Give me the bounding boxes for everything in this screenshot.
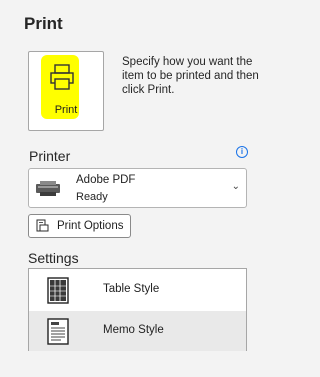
style-label-table: Table Style <box>103 283 160 295</box>
print-options-button[interactable]: Print Options <box>28 214 131 238</box>
print-options-label: Print Options <box>57 220 124 232</box>
printer-status: Ready <box>76 191 108 203</box>
printer-icon <box>50 64 74 90</box>
memo-style-icon <box>47 318 69 345</box>
style-item-memo[interactable]: Memo Style <box>29 311 246 351</box>
style-item-table[interactable]: Table Style <box>29 270 246 310</box>
printer-name: Adobe PDF <box>76 174 136 186</box>
style-list: Table Style Memo Style <box>28 268 247 351</box>
settings-section-label: Settings <box>28 250 79 266</box>
style-label-memo: Memo Style <box>103 324 164 336</box>
table-style-icon <box>47 277 69 304</box>
print-button-label: Print <box>54 104 78 116</box>
print-options-icon <box>36 219 49 232</box>
print-button[interactable]: Print <box>28 51 104 131</box>
printer-dropdown[interactable]: Adobe PDF Ready ⌄ <box>28 168 247 208</box>
print-description: Specify how you want the item to be prin… <box>122 56 259 96</box>
printer-section-label: Printer <box>29 148 71 164</box>
page-title: Print <box>24 14 63 33</box>
chevron-down-icon: ⌄ <box>231 181 240 192</box>
info-icon[interactable]: i <box>236 146 248 158</box>
pdf-printer-icon <box>36 181 60 196</box>
